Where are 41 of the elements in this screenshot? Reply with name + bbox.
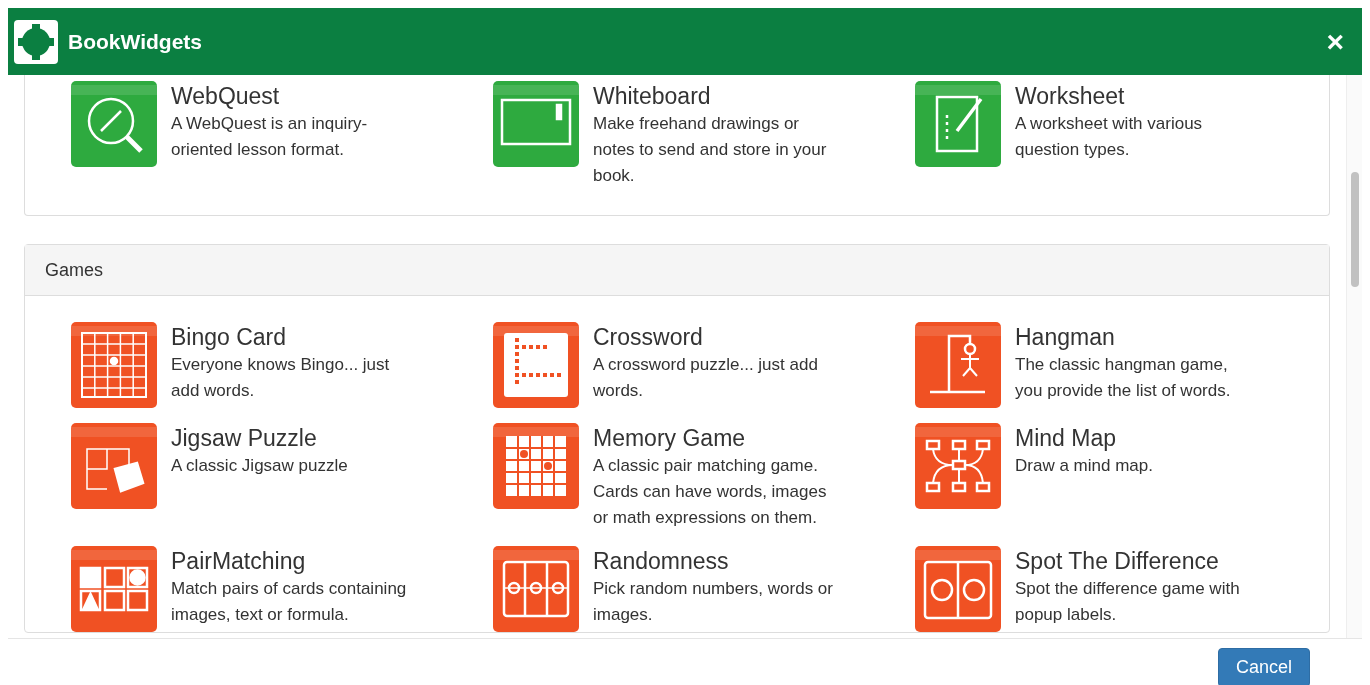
logo-icon	[14, 19, 58, 64]
widget-title[interactable]: Bingo Card	[171, 322, 390, 352]
widget-title[interactable]: Memory Game	[593, 423, 827, 453]
widget-title[interactable]: PairMatching	[171, 546, 407, 576]
crossword-grid-icon[interactable]	[493, 322, 579, 408]
shapes-cards-icon[interactable]	[71, 546, 157, 632]
widget-title[interactable]: Worksheet	[1015, 81, 1203, 111]
widget-title[interactable]: Spot The Difference	[1015, 546, 1240, 576]
close-button[interactable]: ×	[1320, 24, 1350, 59]
widget-description: A classic pair matching game. Cards can have words, images or math expressions on them.	[593, 455, 827, 529]
widget-title[interactable]: Randomness	[593, 546, 833, 576]
widget-title[interactable]: Hangman	[1015, 322, 1231, 352]
widget-title[interactable]: Whiteboard	[593, 81, 827, 111]
app-title: BookWidgets	[68, 29, 202, 54]
widget-description: Match pairs of cards containing images, text or formula.	[171, 578, 407, 626]
worksheet-icon[interactable]	[915, 81, 1001, 167]
scrollbar-thumb[interactable]	[1350, 172, 1359, 287]
widget-description: Draw a mind map.	[1015, 455, 1153, 477]
cancel-button[interactable]: Cancel	[1217, 648, 1310, 685]
widget-title[interactable]: WebQuest	[171, 81, 368, 111]
widget-description: The classic hangman game, you provide the list of words.	[1015, 354, 1231, 402]
widget-description: A crossword puzzle... just add words.	[593, 354, 818, 402]
widget-description: A worksheet with various question types.	[1015, 113, 1203, 161]
widget-description: Spot the difference game with popup labels.	[1015, 578, 1240, 626]
whiteboard-icon[interactable]	[493, 81, 579, 167]
widget-title[interactable]: Crossword	[593, 322, 818, 352]
widget-description: Everyone knows Bingo... just add words.	[171, 354, 390, 402]
memory-grid-icon[interactable]	[493, 423, 579, 509]
section-heading: Games	[25, 245, 1329, 296]
widget-title[interactable]: Jigsaw Puzzle	[171, 423, 348, 453]
scrollbar[interactable]	[1346, 75, 1362, 638]
mind-map-icon[interactable]	[915, 423, 1001, 509]
widget-description: A classic Jigsaw puzzle	[171, 455, 348, 477]
widget-description: Make freehand drawings or notes to send and store in your book.	[593, 113, 827, 187]
puzzle-pieces-icon[interactable]	[71, 423, 157, 509]
widget-description: A WebQuest is an inquiry- oriented lesson format.	[171, 113, 368, 161]
widget-title[interactable]: Mind Map	[1015, 423, 1153, 453]
widget-description: Pick random numbers, words or images.	[593, 578, 833, 626]
bingo-card-icon[interactable]	[71, 322, 157, 408]
hangman-icon[interactable]	[915, 322, 1001, 408]
compass-search-icon[interactable]	[71, 81, 157, 167]
